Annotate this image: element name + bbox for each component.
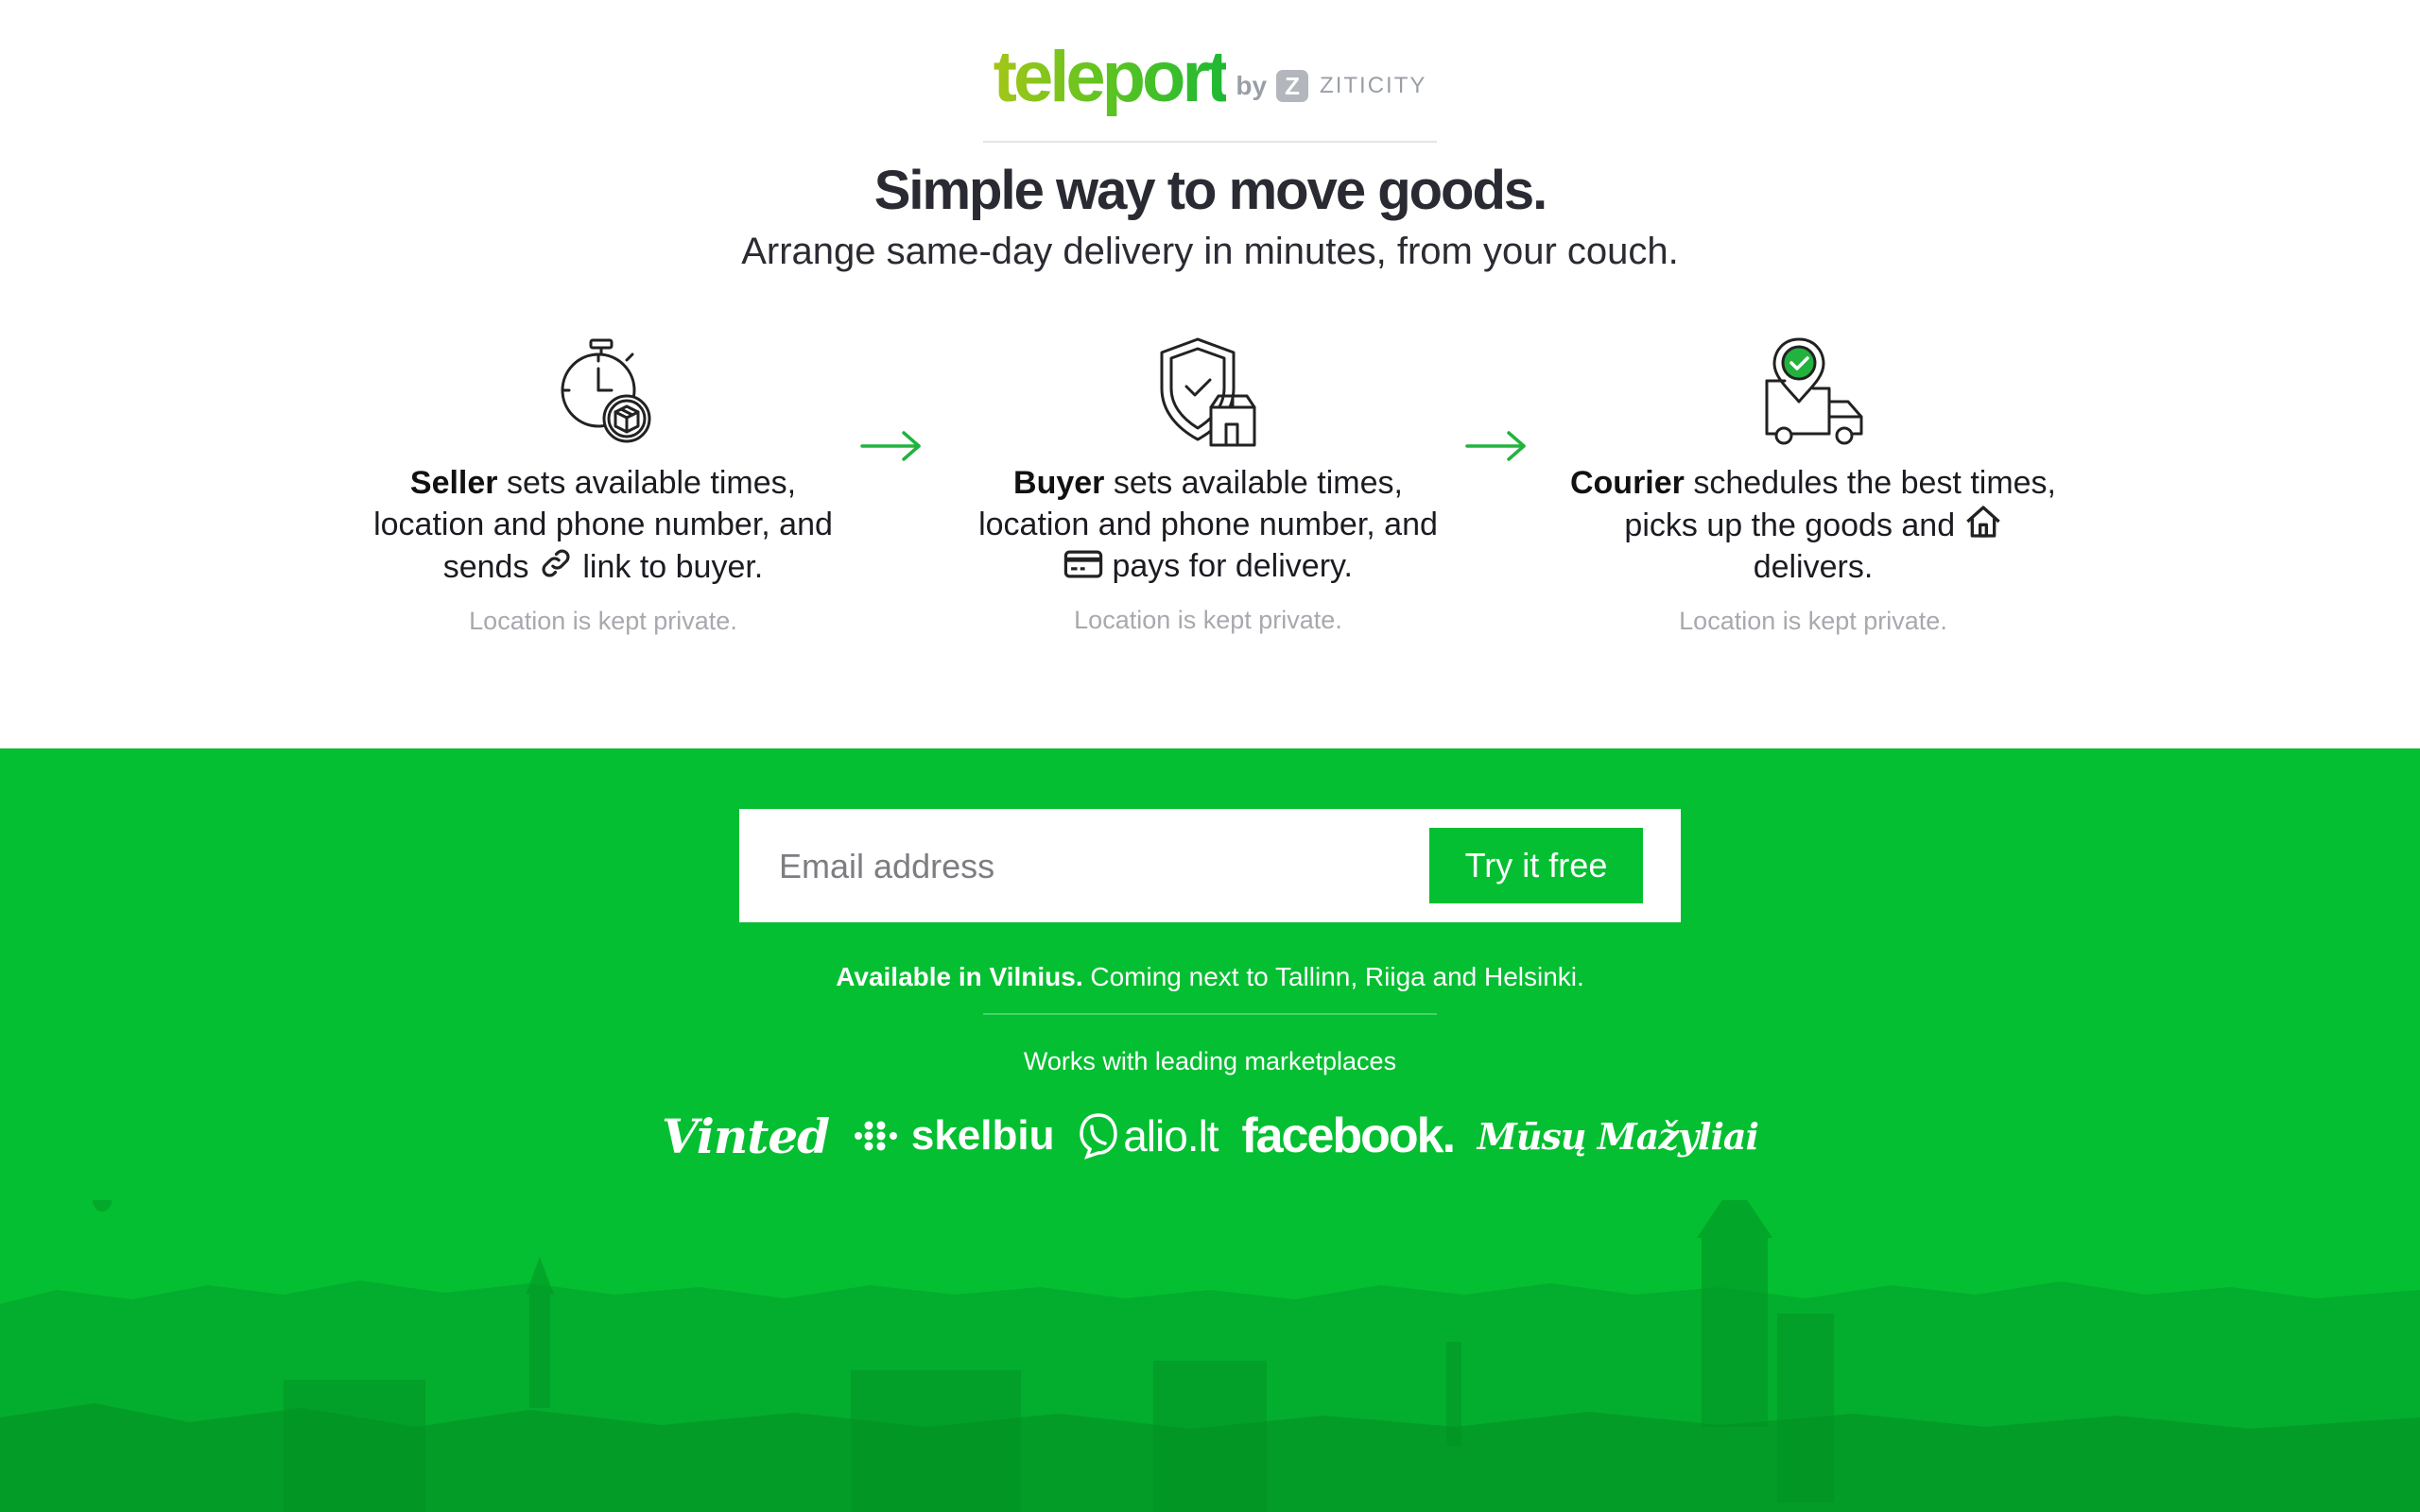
step-role-label: Courier xyxy=(1569,465,1685,501)
alio-wordmark: alio.lt xyxy=(1123,1111,1219,1160)
step-seller-description: Seller sets available times, location an… xyxy=(357,462,849,588)
marketplaces-heading: Works with leading marketplaces xyxy=(1023,1047,1397,1075)
brand-by-text: by xyxy=(1236,71,1268,100)
link-icon xyxy=(542,549,570,577)
city-skyline-background xyxy=(0,1200,2420,1512)
availability-text: Available in Vilnius. Coming next to Tal… xyxy=(0,962,2420,992)
alio-phone-bubble-icon xyxy=(1080,1113,1117,1160)
skelbiu-logo: skelbiu xyxy=(853,1112,1055,1160)
hero-subheadline: Arrange same-day delivery in minutes, fr… xyxy=(741,231,1679,272)
marketplace-logos: Vinted skelbiu alio.lt facebook. Mūsų Ma… xyxy=(662,1098,1759,1174)
credit-card-icon xyxy=(1063,550,1103,578)
step-text-part: pays for delivery. xyxy=(1103,548,1353,584)
step-privacy-note: Location is kept private. xyxy=(1074,606,1342,634)
skelbiu-dots-icon xyxy=(854,1121,897,1151)
step-privacy-note: Location is kept private. xyxy=(469,607,737,635)
hero-headline: Simple way to move goods. xyxy=(873,160,1548,221)
step-text-part: link to buyer. xyxy=(573,549,764,585)
band-divider xyxy=(983,1013,1437,1015)
step-courier-description: Courier schedules the best times, picks … xyxy=(1567,462,2059,588)
facebook-logo: facebook. xyxy=(1241,1108,1456,1163)
step-text-part: delivers. xyxy=(1753,549,1874,585)
skelbiu-wordmark: skelbiu xyxy=(910,1112,1055,1159)
availability-city: Available in Vilnius. xyxy=(836,962,1083,991)
ziticity-mark-icon: Z xyxy=(1276,70,1309,102)
teleport-logo: teleport xyxy=(994,42,1231,121)
stopwatch-package-icon xyxy=(561,338,651,443)
shield-check-package-icon xyxy=(1160,337,1256,447)
email-input[interactable] xyxy=(777,837,1310,896)
ziticity-wordmark: ZITICITY xyxy=(1320,73,1427,98)
step-role-label: Seller xyxy=(409,465,498,501)
step-buyer: Buyer sets available times, location and… xyxy=(962,335,1454,635)
header-divider xyxy=(983,141,1437,143)
brand-logo-group[interactable]: teleport by Z ZITICITY xyxy=(0,42,2420,121)
location-pin-truck-icon xyxy=(1765,337,1863,445)
musu-mazyliai-logo: Mūsų Mažyliai xyxy=(1477,1114,1759,1158)
alio-logo: alio.lt xyxy=(1078,1110,1219,1161)
step-courier: Courier schedules the best times, picks … xyxy=(1567,335,2059,636)
step-privacy-note: Location is kept private. xyxy=(1679,607,1947,635)
step-role-label: Buyer xyxy=(1013,465,1105,501)
step-seller: Seller sets available times, location an… xyxy=(357,335,849,636)
try-it-free-button[interactable]: Try it free xyxy=(1429,828,1643,903)
arrow-right-icon xyxy=(1465,431,1526,461)
vinted-logo: Vinted xyxy=(662,1108,830,1164)
signup-band: Try it free Available in Vilnius. Coming… xyxy=(0,748,2420,1512)
home-icon xyxy=(1965,506,2000,538)
signup-form: Try it free xyxy=(739,809,1681,922)
availability-upcoming: Coming next to Tallinn, Riiga and Helsin… xyxy=(1082,962,1584,991)
step-buyer-description: Buyer sets available times, location and… xyxy=(962,462,1454,587)
arrow-right-icon xyxy=(860,431,921,461)
